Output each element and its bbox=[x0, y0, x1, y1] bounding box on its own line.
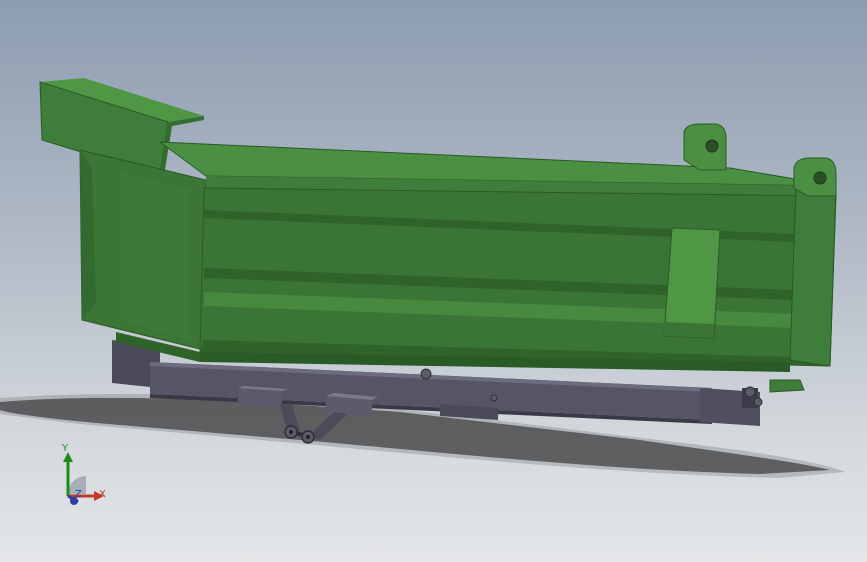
rear-post bbox=[789, 185, 837, 367]
y-axis-label: Y bbox=[62, 443, 69, 454]
z-axis-label: Z bbox=[75, 489, 82, 500]
coordinate-triad: Y X Z bbox=[50, 440, 120, 510]
graphics-viewport[interactable]: Y X Z bbox=[0, 0, 867, 562]
hinge-ear-front bbox=[683, 123, 727, 171]
side-stiffener bbox=[663, 227, 721, 339]
model-view[interactable] bbox=[0, 0, 867, 562]
x-axis-label: X bbox=[99, 489, 106, 500]
